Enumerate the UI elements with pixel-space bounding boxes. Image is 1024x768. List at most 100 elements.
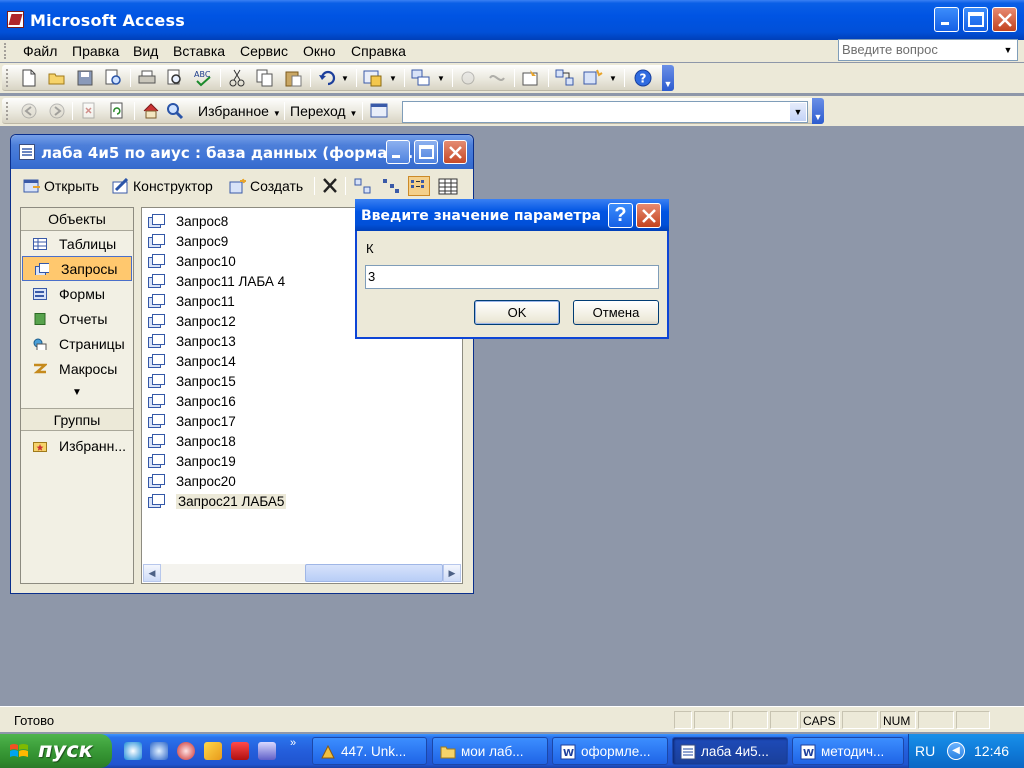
new-document-icon[interactable] — [18, 68, 40, 88]
show-only-web-toolbar-icon[interactable] — [368, 101, 390, 121]
list-item-selected[interactable]: Запрос21 ЛАБА5 — [148, 492, 287, 510]
create-button[interactable]: Создать — [229, 175, 303, 197]
quicklaunch-app-icon[interactable] — [258, 742, 276, 760]
list-item[interactable]: Запрос13 — [148, 332, 236, 350]
group-favorites[interactable]: Избранн... — [21, 433, 133, 458]
list-item[interactable]: Запрос20 — [148, 472, 236, 490]
list-item[interactable]: Запрос18 — [148, 432, 236, 450]
list-item[interactable]: Запрос11 ЛАБА 4 — [148, 272, 285, 290]
lightning-icon[interactable] — [204, 742, 222, 760]
maximize-button[interactable] — [963, 7, 988, 32]
list-item[interactable]: Запрос10 — [148, 252, 236, 270]
language-indicator[interactable]: RU — [915, 743, 935, 759]
list-item[interactable]: Запрос19 — [148, 452, 236, 470]
file-search-icon[interactable] — [102, 68, 124, 88]
horizontal-scrollbar[interactable]: ◀ ▶ — [143, 564, 461, 582]
properties-icon[interactable] — [520, 68, 542, 88]
toolbar-options-chevron-icon[interactable]: ▼ — [812, 98, 824, 124]
relationships-icon[interactable] — [554, 68, 576, 88]
opera-icon[interactable] — [177, 742, 195, 760]
app-titlebar[interactable]: Microsoft Access — [0, 0, 1024, 40]
acrobat-icon[interactable] — [231, 742, 249, 760]
undo-icon[interactable] — [316, 68, 338, 88]
list-item[interactable]: Запрос16 — [148, 392, 236, 410]
help-icon[interactable]: ? — [632, 68, 654, 88]
help-question-box[interactable]: Введите вопрос ▼ — [838, 39, 1018, 61]
dialog-close-button[interactable] — [636, 203, 661, 228]
large-icons-view-button[interactable] — [352, 176, 374, 196]
analyze-dropdown-chevron-down-icon[interactable]: ▼ — [434, 68, 448, 88]
object-queries[interactable]: Запросы — [22, 256, 132, 281]
task-winamp[interactable]: 447. Unk... — [312, 737, 427, 765]
list-item[interactable]: Запрос8 — [148, 212, 228, 230]
task-word-1[interactable]: W оформле... — [552, 737, 668, 765]
office-links-icon[interactable] — [362, 68, 384, 88]
save-icon[interactable] — [74, 68, 96, 88]
list-item[interactable]: Запрос15 — [148, 372, 236, 390]
print-preview-icon[interactable] — [164, 68, 186, 88]
list-item[interactable]: Запрос11 — [148, 292, 235, 310]
new-object-icon[interactable] — [582, 68, 604, 88]
search-web-icon[interactable] — [164, 101, 186, 121]
spelling-icon[interactable]: ABC — [192, 68, 214, 88]
details-view-button[interactable] — [437, 176, 459, 196]
menu-window[interactable]: Окно — [301, 42, 338, 60]
forward-icon[interactable] — [46, 101, 68, 121]
more-objects-chevron-down-icon[interactable]: ▼ — [21, 381, 133, 407]
refresh-icon[interactable] — [106, 101, 128, 121]
scroll-left-icon[interactable]: ◀ — [143, 564, 161, 582]
task-access[interactable]: лаба 4и5... — [672, 737, 788, 765]
menu-file[interactable]: Файл — [21, 42, 59, 60]
menu-view[interactable]: Вид — [131, 42, 160, 60]
delete-button[interactable] — [319, 176, 341, 196]
favorites-menu[interactable]: Избранное ▼ — [198, 103, 281, 119]
script-editor-icon[interactable] — [486, 68, 508, 88]
back-icon[interactable] — [18, 101, 40, 121]
close-button[interactable] — [992, 7, 1017, 32]
db-close-button[interactable] — [443, 140, 467, 164]
object-reports[interactable]: Отчеты — [21, 306, 133, 331]
menu-insert[interactable]: Вставка — [171, 42, 227, 60]
goto-menu[interactable]: Переход ▼ — [290, 103, 357, 119]
task-folder[interactable]: мои лаб... — [432, 737, 548, 765]
ok-button[interactable]: OK — [474, 300, 560, 325]
address-input[interactable]: ▼ — [402, 101, 808, 123]
media-player-icon[interactable] — [124, 742, 142, 760]
list-item[interactable]: Запрос17 — [148, 412, 236, 430]
open-folder-icon[interactable] — [46, 68, 68, 88]
object-forms[interactable]: Формы — [21, 281, 133, 306]
toolbar-grip[interactable] — [6, 102, 9, 120]
copy-icon[interactable] — [254, 68, 276, 88]
scroll-right-icon[interactable]: ▶ — [443, 564, 461, 582]
database-icon[interactable] — [19, 144, 35, 160]
menu-edit[interactable]: Правка — [70, 42, 121, 60]
analyze-icon[interactable] — [410, 68, 432, 88]
database-window-titlebar[interactable]: лаба 4и5 по аиус : база данных (формат..… — [11, 135, 473, 169]
office-links-dropdown-chevron-down-icon[interactable]: ▼ — [386, 68, 400, 88]
help-button[interactable]: ? — [608, 203, 633, 228]
object-macros[interactable]: Макросы — [21, 356, 133, 381]
small-icons-view-button[interactable] — [380, 176, 402, 196]
access-app-icon[interactable] — [7, 11, 24, 28]
chevron-down-icon[interactable]: ▼ — [790, 103, 806, 121]
task-word-2[interactable]: W методич... — [792, 737, 904, 765]
object-tables[interactable]: Таблицы — [21, 231, 133, 256]
groups-header[interactable]: Группы — [21, 408, 133, 431]
outlook-express-icon[interactable] — [150, 742, 168, 760]
clock[interactable]: 12:46 — [974, 743, 1009, 759]
cancel-button[interactable]: Отмена — [573, 300, 659, 325]
menu-tools[interactable]: Сервис — [238, 42, 290, 60]
code-icon[interactable] — [458, 68, 480, 88]
home-icon[interactable] — [140, 101, 162, 121]
new-object-dropdown-chevron-down-icon[interactable]: ▼ — [606, 68, 620, 88]
chevron-down-icon[interactable]: ▼ — [1001, 42, 1015, 58]
print-icon[interactable] — [136, 68, 158, 88]
db-minimize-button[interactable] — [386, 140, 410, 164]
undo-dropdown-chevron-down-icon[interactable]: ▼ — [338, 68, 352, 88]
list-item[interactable]: Запрос9 — [148, 232, 228, 250]
open-button[interactable]: Открыть — [23, 175, 99, 197]
stop-icon[interactable] — [78, 101, 100, 121]
menu-help[interactable]: Справка — [349, 42, 408, 60]
cut-icon[interactable] — [226, 68, 248, 88]
menubar-grip[interactable] — [4, 43, 7, 59]
